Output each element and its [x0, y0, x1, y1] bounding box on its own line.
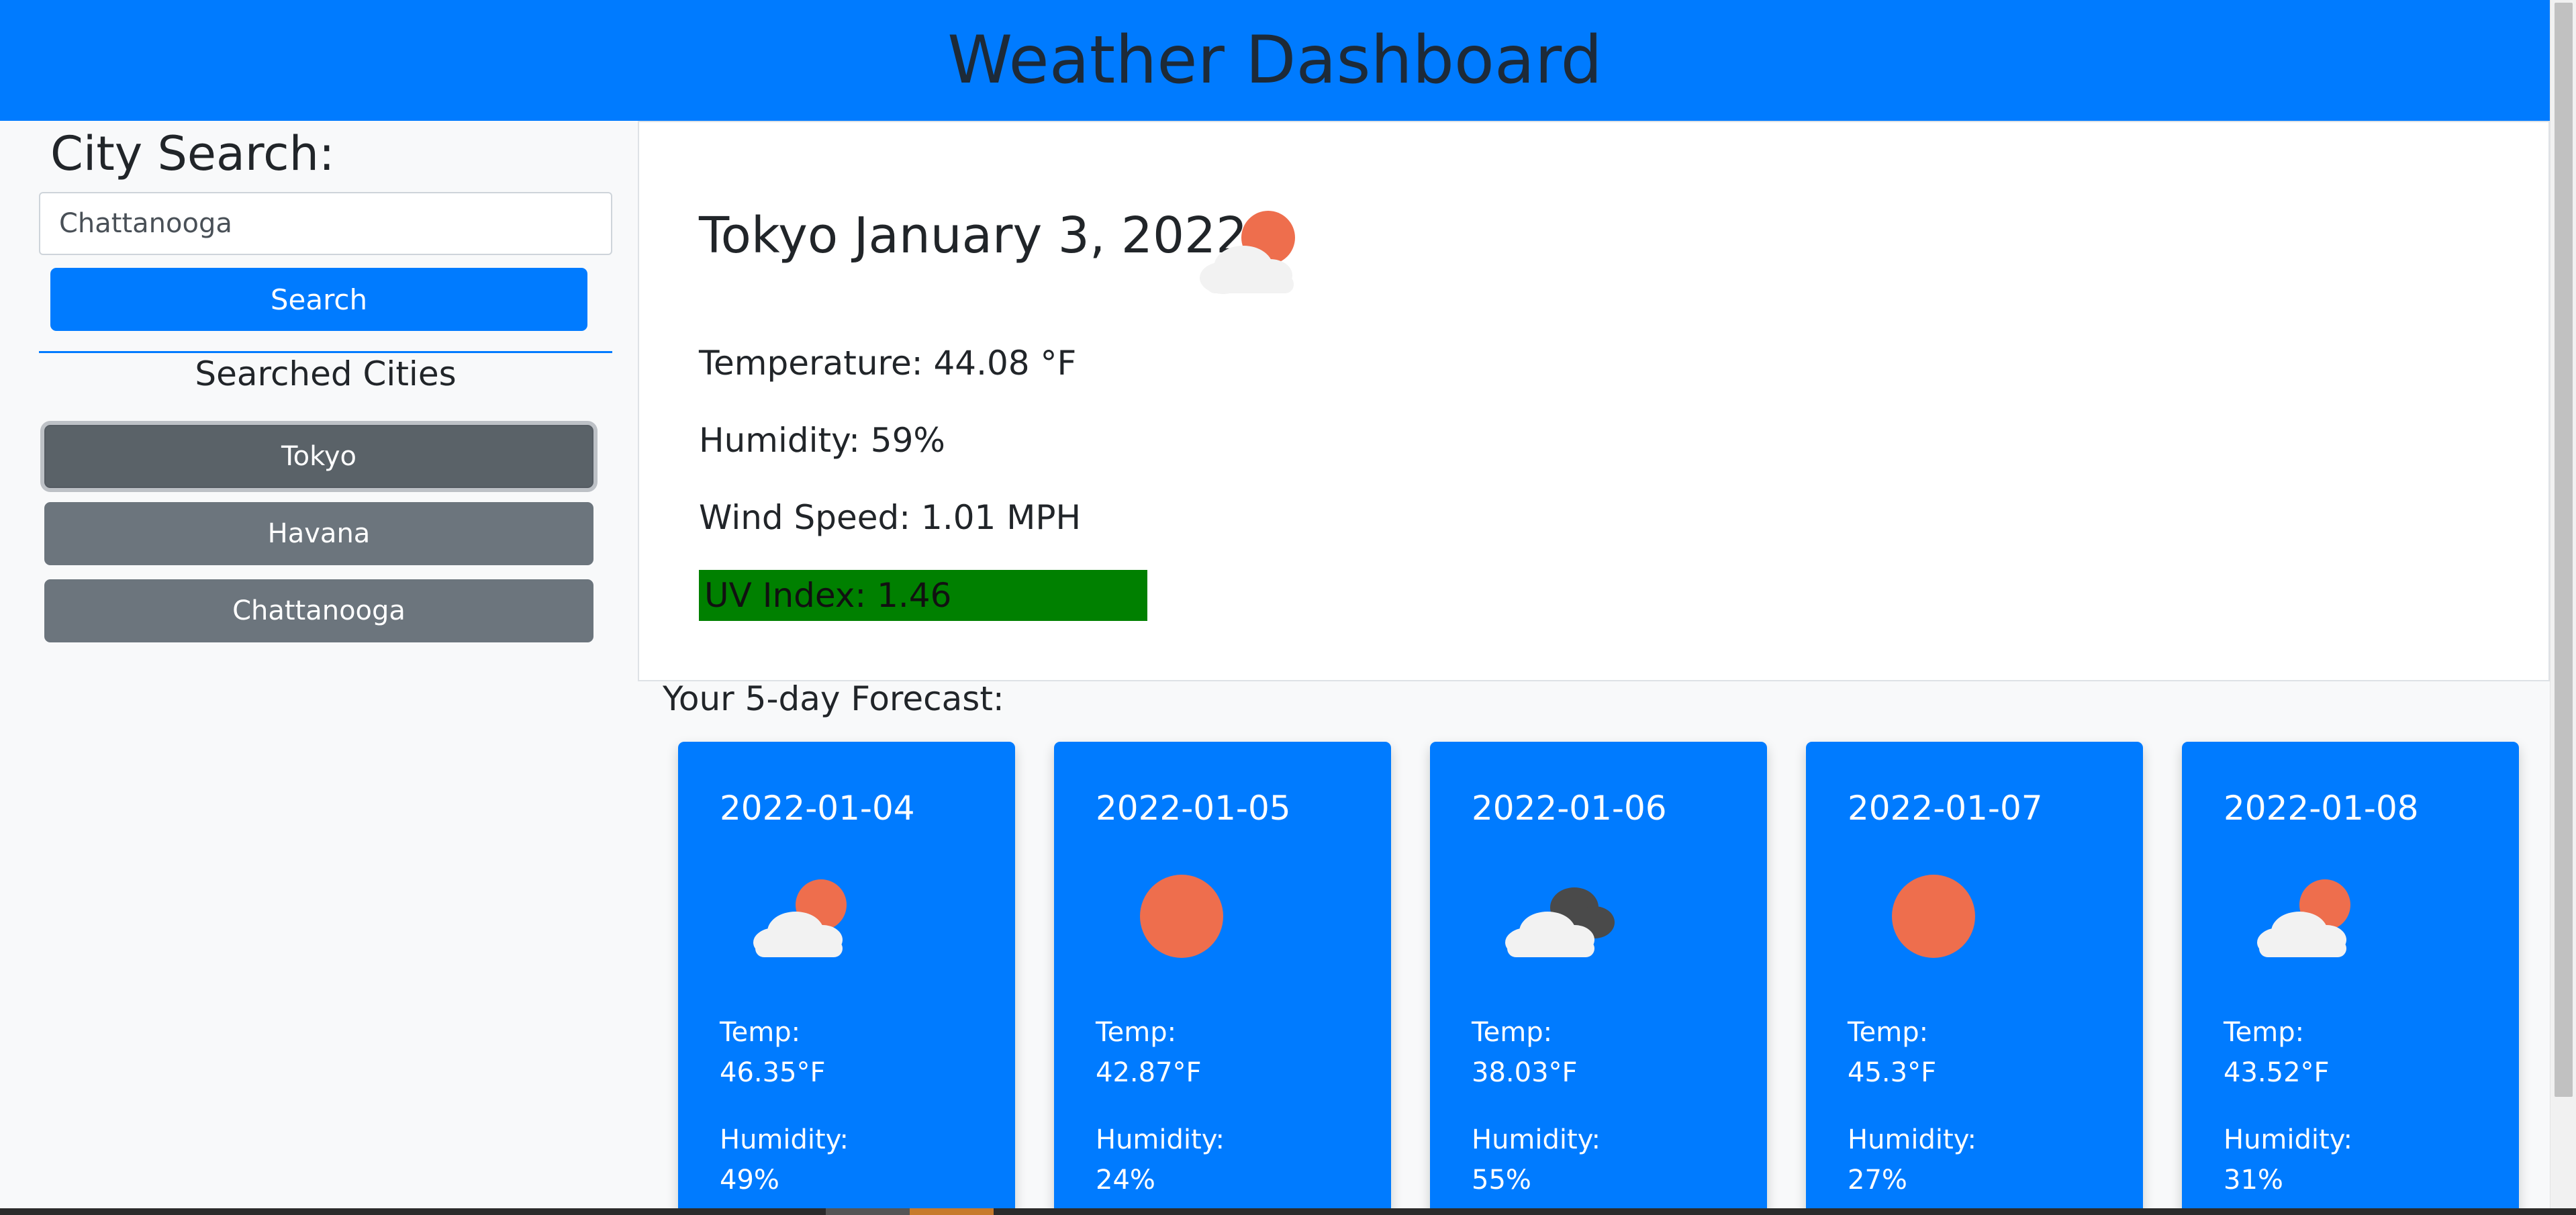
forecast-temp-label: Temp: [1848, 1017, 1929, 1048]
forecast-temp: 42.87°F [1096, 1057, 1202, 1088]
current-humidity: Humidity: 59% [699, 421, 945, 460]
current-temperature: Temperature: 44.08 °F [699, 344, 1077, 383]
header-bar: Weather Dashboard [0, 0, 2550, 121]
forecast-humidity: 31% [2224, 1165, 2283, 1196]
forecast-date: 2022-01-08 [2224, 789, 2419, 828]
partly-cloudy-day-icon [1186, 203, 1314, 299]
current-weather-card: Tokyo January 3, 2022 Temperature: 44.08… [638, 121, 2550, 681]
forecast-humidity-label: Humidity: [1096, 1124, 1225, 1155]
forecast-date: 2022-01-06 [1472, 789, 1667, 828]
forecast-card: 2022-01-05 Temp: 42.87°F Humidity: 24% [1054, 742, 1391, 1215]
partly-cloudy-day-icon [2246, 873, 2367, 963]
forecast-temp-label: Temp: [720, 1017, 801, 1048]
city-button-havana[interactable]: Havana [44, 502, 593, 565]
forecast-date: 2022-01-05 [1096, 789, 1291, 828]
forecast-humidity-label: Humidity: [720, 1124, 849, 1155]
forecast-card: 2022-01-04 Temp: 46.35°F Humidity: 49% [678, 742, 1015, 1215]
city-button-chattanooga[interactable]: Chattanooga [44, 579, 593, 642]
forecast-temp: 38.03°F [1472, 1057, 1578, 1088]
partly-cloudy-day-icon [742, 873, 863, 963]
sun-icon [1138, 873, 1225, 963]
search-button[interactable]: Search [50, 268, 587, 331]
forecast-date: 2022-01-07 [1848, 789, 2043, 828]
forecast-card: 2022-01-06 Temp: 38.03°F Humidity: 55% [1430, 742, 1767, 1215]
forecast-humidity-label: Humidity: [1472, 1124, 1601, 1155]
taskbar-item[interactable] [910, 1208, 994, 1215]
page-title: Weather Dashboard [947, 22, 1603, 99]
scrollbar-thumb[interactable] [2555, 3, 2573, 1097]
forecast-humidity-label: Humidity: [2224, 1124, 2352, 1155]
forecast-humidity: 55% [1472, 1165, 1531, 1196]
forecast-temp-label: Temp: [1472, 1017, 1553, 1048]
forecast-temp: 46.35°F [720, 1057, 826, 1088]
city-search-label: City Search: [50, 126, 335, 181]
forecast-temp: 43.52°F [2224, 1057, 2330, 1088]
taskbar-strip [0, 1208, 2576, 1215]
uv-index-badge: UV Index: 1.46 [699, 570, 1147, 621]
forecast-humidity: 24% [1096, 1165, 1155, 1196]
current-city-date: Tokyo January 3, 2022 [699, 207, 1248, 264]
searched-cities-heading: Searched Cities [195, 354, 457, 393]
city-button-tokyo[interactable]: Tokyo [44, 425, 593, 488]
forecast-temp-label: Temp: [1096, 1017, 1177, 1048]
forecast-humidity: 49% [720, 1165, 779, 1196]
forecast-date: 2022-01-04 [720, 789, 915, 828]
forecast-heading: Your 5-day Forecast: [663, 679, 1004, 718]
forecast-humidity: 27% [1848, 1165, 1907, 1196]
forecast-humidity-label: Humidity: [1848, 1124, 1976, 1155]
searched-cities-list: Tokyo Havana Chattanooga [44, 425, 593, 657]
forecast-temp: 45.3°F [1848, 1057, 1937, 1088]
broken-clouds-icon [1494, 873, 1621, 963]
sidebar-divider [39, 351, 612, 353]
sidebar: City Search: Search Searched Cities Toky… [0, 121, 638, 1215]
forecast-card: 2022-01-07 Temp: 45.3°F Humidity: 27% [1806, 742, 2143, 1215]
forecast-card: 2022-01-08 Temp: 43.52°F Humidity: 31% [2182, 742, 2519, 1215]
current-wind-speed: Wind Speed: 1.01 MPH [699, 498, 1082, 537]
city-search-input[interactable] [39, 192, 612, 255]
sun-icon [1890, 873, 1977, 963]
taskbar-item[interactable] [826, 1208, 910, 1215]
forecast-temp-label: Temp: [2224, 1017, 2305, 1048]
vertical-scrollbar[interactable] [2550, 0, 2576, 1215]
